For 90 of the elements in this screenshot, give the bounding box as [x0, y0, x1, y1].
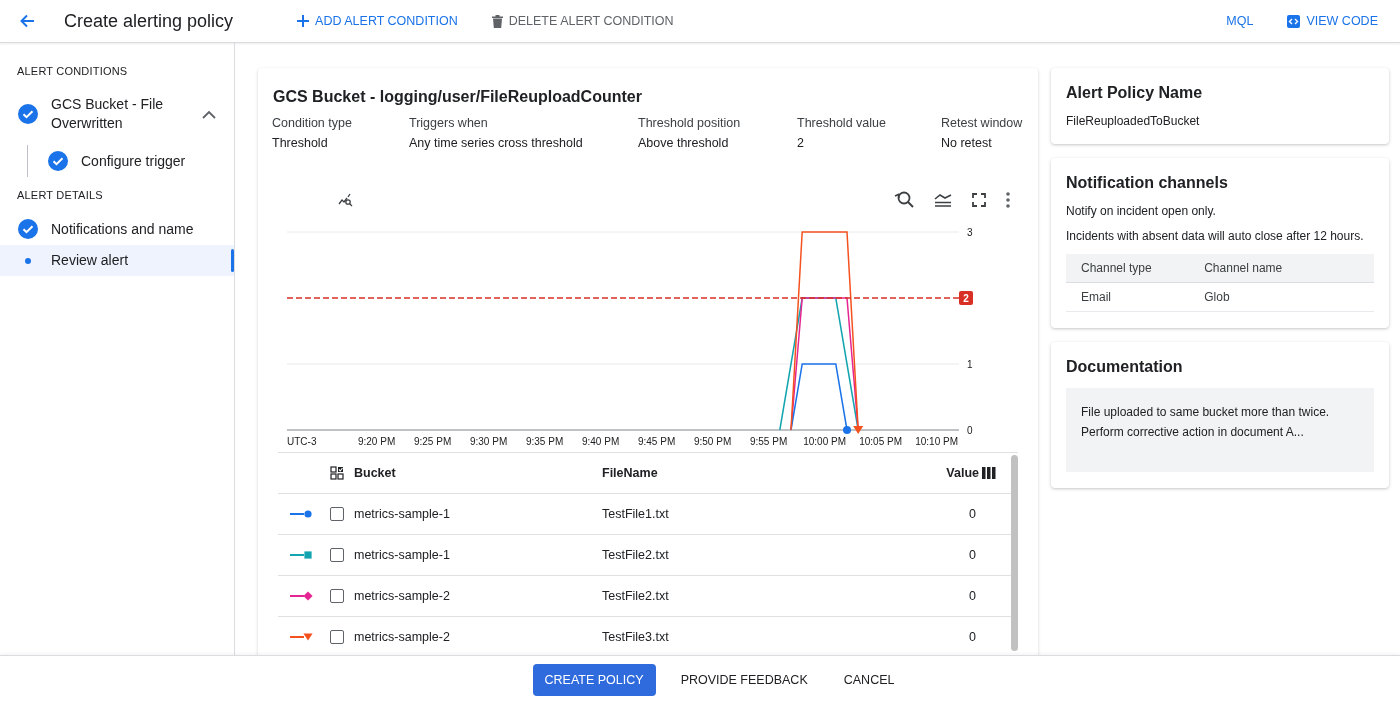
- series-marker: [843, 426, 851, 434]
- x-axis-label: 9:30 PM: [470, 436, 508, 447]
- view-code-button[interactable]: VIEW CODE: [1279, 8, 1386, 34]
- ref-line-label: 2: [963, 293, 970, 304]
- column-header: Channel type: [1066, 254, 1190, 283]
- row-checkbox[interactable]: [330, 507, 344, 521]
- param-value: 2: [797, 136, 805, 150]
- info-text: Incidents with absent data will auto close after 12 hours.: [1066, 229, 1365, 243]
- column-header: Value: [946, 466, 979, 480]
- scrollbar[interactable]: [1011, 455, 1018, 651]
- x-axis-label: 10:00 PM: [803, 436, 846, 447]
- column-header: Bucket: [353, 466, 397, 480]
- x-axis-label: 9:35 PM: [525, 436, 564, 447]
- table-cell-text: TestFile1.txt: [602, 507, 670, 521]
- table-cell-text: metrics-sample-1: [353, 548, 451, 562]
- param-label: Threshold position: [638, 116, 742, 130]
- code-icon: [1287, 14, 1301, 28]
- more-vert-icon: [1006, 192, 1010, 208]
- card-title: Alert Policy Name: [1066, 84, 1204, 102]
- sidebar-item[interactable]: Configure trigger: [28, 145, 234, 177]
- table-cell: 0: [969, 548, 976, 562]
- table-cell-text: TestFile3.txt: [602, 630, 670, 644]
- lines-icon: [934, 193, 952, 207]
- add-condition-button[interactable]: ADD ALERT CONDITION: [289, 8, 466, 34]
- series-marker: [853, 426, 864, 434]
- row-checkbox[interactable]: [330, 630, 344, 644]
- zoom-reset-icon: [894, 190, 914, 210]
- table-cell: 0: [969, 589, 976, 603]
- info-text: Notify on incident open only.: [1066, 204, 1217, 218]
- documentation-text: File uploaded to same bucket more than twice.: [1081, 404, 1331, 421]
- sidebar-item-label: Review alert: [51, 251, 130, 270]
- x-axis-label: 9:20 PM: [357, 436, 396, 447]
- fullscreen-icon: [972, 193, 986, 207]
- param-label: Retest window: [941, 116, 1024, 130]
- param-value: Any time series cross threshold: [409, 136, 584, 150]
- table-cell-text: metrics-sample-2: [353, 630, 451, 644]
- x-axis-label: 9:55 PM: [750, 436, 788, 447]
- mql-button[interactable]: MQL: [1218, 8, 1262, 34]
- x-axis-label: 9:25 PM: [414, 436, 452, 447]
- column-header: FileName: [602, 466, 659, 480]
- param-label: Condition type: [272, 116, 353, 130]
- x-axis-label: 9:40 PM: [581, 436, 620, 447]
- column-select-icon: [330, 466, 344, 480]
- table-cell-text: TestFile2.txt: [602, 548, 670, 562]
- param-value: Above threshold: [638, 136, 730, 150]
- table-cell: 0: [969, 507, 976, 521]
- table-cell: Glob: [1189, 282, 1374, 312]
- sidebar-item-label: GCS Bucket - File Overwritten: [51, 95, 165, 133]
- param-label: Triggers when: [409, 116, 489, 130]
- card-title: Documentation: [1066, 358, 1184, 376]
- text-button[interactable]: CANCEL: [832, 663, 906, 696]
- columns-icon: [982, 467, 996, 479]
- text-button[interactable]: PROVIDE FEEDBACK: [669, 663, 819, 696]
- y-axis-label: 0: [967, 425, 973, 436]
- table-cell-text: metrics-sample-1: [353, 507, 451, 521]
- sidebar-item[interactable]: GCS Bucket - File Overwritten: [0, 89, 234, 139]
- card-title: Notification channels: [1066, 174, 1229, 192]
- table-cell-text: metrics-sample-2: [353, 589, 451, 603]
- x-axis-label: 9:45 PM: [637, 436, 676, 447]
- create-policy-button[interactable]: CREATE POLICY: [532, 663, 656, 696]
- param-value: No retest: [941, 136, 993, 150]
- row-checkbox[interactable]: [330, 548, 344, 562]
- line-search-icon: [338, 193, 354, 207]
- param-value: Threshold: [272, 136, 329, 150]
- back-arrow-icon: [18, 12, 36, 30]
- timezone-label: UTC-3: [287, 436, 317, 447]
- sidebar-item-label: Configure trigger: [81, 151, 187, 171]
- page-title: Create alerting policy: [64, 10, 234, 32]
- sidebar-item[interactable]: Notifications and name: [0, 213, 234, 245]
- section-heading: ALERT DETAILS: [16, 188, 104, 203]
- param-label: Threshold value: [797, 116, 887, 130]
- x-axis-label: 10:10 PM: [915, 436, 958, 447]
- y-axis-label: 3: [967, 227, 973, 238]
- table-cell: 0: [969, 630, 976, 644]
- sidebar-item[interactable]: Review alert: [0, 245, 234, 276]
- section-heading: ALERT CONDITIONS: [16, 64, 129, 79]
- threshold-badge: 2: [959, 291, 973, 305]
- row-checkbox[interactable]: [330, 589, 344, 603]
- documentation-text: Perform corrective action in document A...: [1081, 424, 1305, 441]
- sidebar-item-label: Notifications and name: [51, 219, 195, 239]
- x-axis-label: 9:50 PM: [693, 436, 732, 447]
- condition-title: GCS Bucket - logging/user/FileReuploadCounter: [273, 88, 643, 106]
- plus-icon: [297, 15, 310, 27]
- trash-icon: [491, 14, 503, 28]
- table-cell-text: TestFile2.txt: [602, 589, 670, 603]
- y-axis-label: 1: [967, 359, 973, 370]
- table-cell: Email: [1066, 282, 1190, 312]
- x-axis-label: 10:05 PM: [859, 436, 902, 447]
- column-header: Channel name: [1189, 254, 1374, 283]
- policy-name-value: FileReuploadedToBucket: [1066, 114, 1201, 128]
